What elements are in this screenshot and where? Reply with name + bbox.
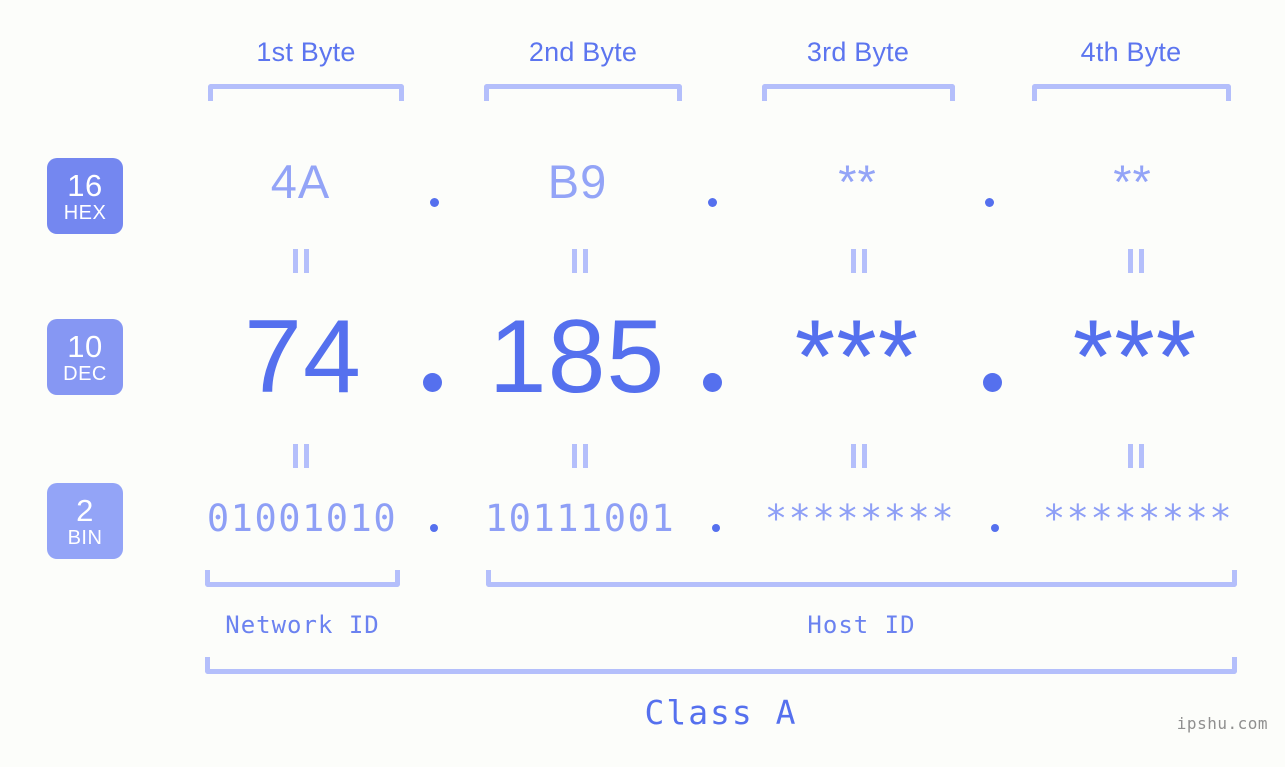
class-bracket bbox=[205, 657, 1237, 674]
base-badge-dec-number: 10 bbox=[67, 331, 102, 362]
byte-bracket-2 bbox=[484, 84, 682, 101]
dec-value-byte-4: *** bbox=[1020, 295, 1250, 419]
base-badge-dec: 10 DEC bbox=[47, 319, 123, 395]
base-badge-dec-name: DEC bbox=[63, 364, 107, 384]
base-badge-bin: 2 BIN bbox=[47, 483, 123, 559]
dec-separator-dot-3 bbox=[983, 373, 1002, 392]
dec-separator-dot-2 bbox=[703, 373, 722, 392]
base-badge-bin-name: BIN bbox=[68, 528, 103, 548]
equals-mark-hex-dec-3 bbox=[851, 249, 868, 273]
host-id-bracket bbox=[486, 570, 1237, 587]
byte-header-1: 1st Byte bbox=[188, 32, 424, 72]
dec-value-byte-2: 185 bbox=[462, 295, 692, 419]
base-badge-hex-name: HEX bbox=[64, 203, 107, 223]
dec-value-byte-3: *** bbox=[742, 295, 972, 419]
bin-value-byte-4: ******** bbox=[1024, 495, 1252, 543]
host-id-label: Host ID bbox=[486, 611, 1237, 639]
site-watermark: ipshu.com bbox=[1177, 714, 1268, 733]
equals-mark-dec-bin-4 bbox=[1128, 444, 1145, 468]
hex-separator-dot-3 bbox=[985, 198, 994, 207]
hex-value-byte-3: ** bbox=[745, 152, 970, 212]
bin-separator-dot-2 bbox=[712, 524, 720, 532]
ip-byte-diagram: 1st Byte 2nd Byte 3rd Byte 4th Byte 16 H… bbox=[0, 0, 1285, 767]
byte-header-3: 3rd Byte bbox=[740, 32, 976, 72]
base-badge-hex: 16 HEX bbox=[47, 158, 123, 234]
byte-bracket-1 bbox=[208, 84, 404, 101]
class-label: Class A bbox=[205, 693, 1237, 732]
equals-mark-dec-bin-1 bbox=[293, 444, 310, 468]
equals-mark-hex-dec-2 bbox=[572, 249, 589, 273]
hex-value-byte-1: 4A bbox=[188, 152, 413, 212]
equals-mark-dec-bin-2 bbox=[572, 444, 589, 468]
bin-value-byte-2: 10111001 bbox=[466, 495, 694, 543]
hex-value-byte-2: B9 bbox=[465, 152, 690, 212]
network-id-label: Network ID bbox=[205, 611, 400, 639]
equals-mark-hex-dec-4 bbox=[1128, 249, 1145, 273]
hex-separator-dot-2 bbox=[708, 198, 717, 207]
hex-separator-dot-1 bbox=[430, 198, 439, 207]
base-badge-bin-number: 2 bbox=[76, 495, 94, 526]
bin-separator-dot-1 bbox=[430, 524, 438, 532]
dec-value-byte-1: 74 bbox=[188, 295, 418, 419]
equals-mark-dec-bin-3 bbox=[851, 444, 868, 468]
hex-value-byte-4: ** bbox=[1020, 152, 1245, 212]
byte-header-2: 2nd Byte bbox=[465, 32, 701, 72]
bin-separator-dot-3 bbox=[991, 524, 999, 532]
byte-bracket-3 bbox=[762, 84, 955, 101]
network-id-bracket bbox=[205, 570, 400, 587]
bin-value-byte-1: 01001010 bbox=[188, 495, 416, 543]
byte-header-4: 4th Byte bbox=[1013, 32, 1249, 72]
bin-value-byte-3: ******** bbox=[746, 495, 974, 543]
dec-separator-dot-1 bbox=[423, 373, 442, 392]
equals-mark-hex-dec-1 bbox=[293, 249, 310, 273]
base-badge-hex-number: 16 bbox=[67, 170, 102, 201]
byte-bracket-4 bbox=[1032, 84, 1231, 101]
